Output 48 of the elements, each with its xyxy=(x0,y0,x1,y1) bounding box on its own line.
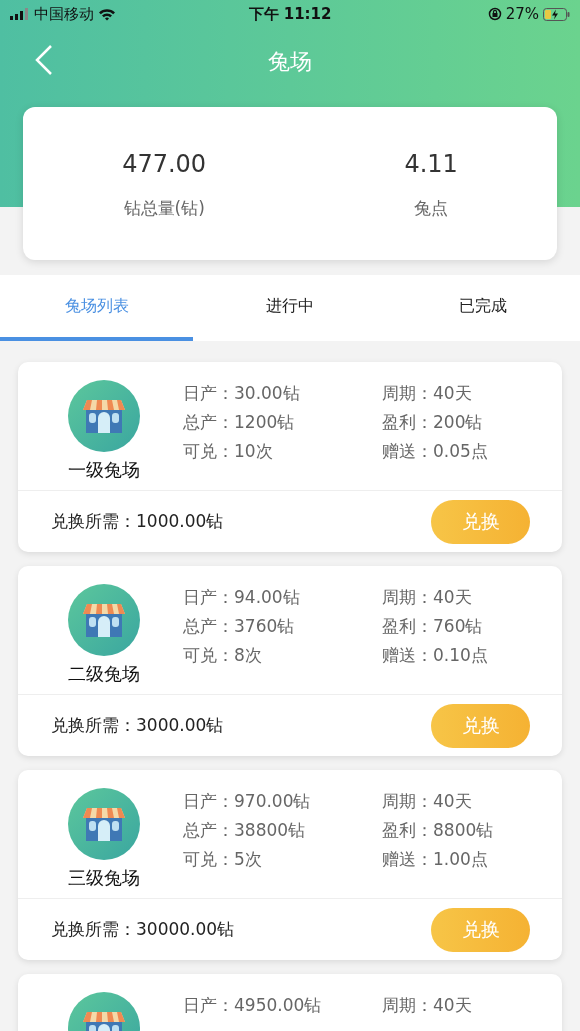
farm-detail: 周期：40天 xyxy=(382,586,473,609)
carrier-name: 中国移动 xyxy=(34,3,94,25)
farm-name: 一级兔场 xyxy=(67,458,140,482)
battery-charging-icon xyxy=(543,7,570,21)
farm-detail: 可兑：8次 xyxy=(183,644,263,667)
farm-detail: 周期：40天 xyxy=(382,790,473,813)
exchange-requirement: 兑换所需：30000.00钻 xyxy=(51,917,235,941)
farm-detail: 赠送：0.10点 xyxy=(382,644,488,667)
farm-name: 三级兔场 xyxy=(67,866,140,890)
farm-detail: 盈利：200钻 xyxy=(382,411,484,434)
exchange-button[interactable]: 兑换 xyxy=(431,499,530,544)
status-time: 下午 11:12 xyxy=(247,3,333,25)
farm-detail: 日产：94.00钻 xyxy=(183,586,301,609)
wifi-icon xyxy=(98,7,116,21)
rotation-lock-icon xyxy=(487,7,502,21)
tab[interactable]: 已完成 xyxy=(386,275,579,341)
exchange-button[interactable]: 兑换 xyxy=(431,703,530,748)
farm-detail: 周期：40天 xyxy=(382,994,472,1017)
stat-label: 钻总量(钻) xyxy=(123,196,205,220)
tab[interactable]: 兔场列表 xyxy=(0,275,193,341)
page-title: 兔场 xyxy=(268,48,312,76)
farm-detail: 日产：30.00钻 xyxy=(183,382,301,405)
farm-detail: 总产：3760钻 xyxy=(183,615,296,638)
exchange-requirement: 兑换所需：1000.00钻 xyxy=(51,509,224,533)
farm-detail: 赠送：0.05点 xyxy=(382,440,488,463)
shop-icon xyxy=(67,788,140,860)
stat-label: 兔点 xyxy=(414,196,449,220)
shop-icon xyxy=(67,380,140,452)
tab[interactable]: 进行中 xyxy=(193,275,386,341)
farm-detail: 盈利：8800钻 xyxy=(382,819,494,842)
farm-detail: 周期：40天 xyxy=(382,382,473,405)
farm-detail: 日产：4950.00钻 xyxy=(183,994,323,1017)
exchange-requirement: 兑换所需：3000.00钻 xyxy=(51,713,224,737)
farm-detail: 可兑：5次 xyxy=(183,848,263,871)
stat-value: 4.11 xyxy=(404,148,458,180)
farm-detail: 日产：970.00钻 xyxy=(183,790,312,813)
signal-icon xyxy=(10,8,30,20)
farm-detail: 总产：38800钻 xyxy=(183,819,307,842)
battery-percent: 27% xyxy=(505,3,539,25)
farm-detail: 总产：1200钻 xyxy=(183,411,296,434)
farm-detail: 赠送：1.00点 xyxy=(382,848,489,871)
farm-name: 二级兔场 xyxy=(67,662,140,686)
farm-detail: 盈利：760钻 xyxy=(382,615,484,638)
farm-detail: 可兑：10次 xyxy=(183,440,274,463)
shop-icon xyxy=(67,584,140,656)
back-icon[interactable] xyxy=(34,44,54,76)
exchange-button[interactable]: 兑换 xyxy=(431,907,530,952)
stat-value: 477.00 xyxy=(122,148,207,180)
